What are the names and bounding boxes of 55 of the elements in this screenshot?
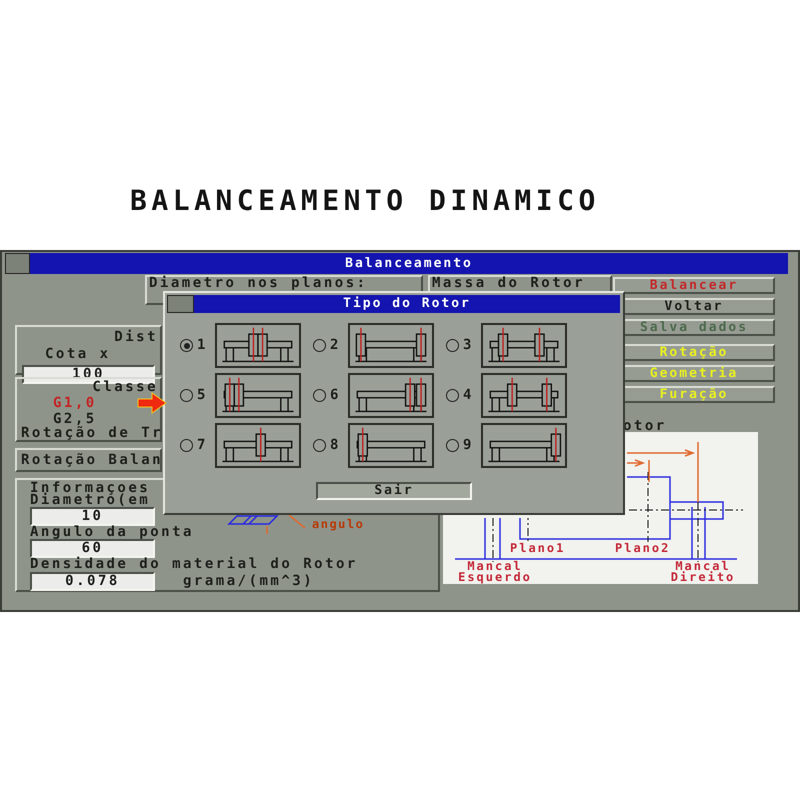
rotation-label: Rotação de Tr bbox=[21, 427, 164, 440]
unit-label: grama/(mm^3) bbox=[183, 572, 314, 591]
window-title: Balanceamento bbox=[30, 253, 788, 274]
option-number: 1 bbox=[197, 336, 209, 355]
radio-button[interactable] bbox=[313, 339, 326, 352]
option-number: 5 bbox=[197, 386, 209, 405]
arrow-icon bbox=[137, 392, 167, 414]
radio-button[interactable] bbox=[180, 439, 193, 452]
bearing-label: Mancal Esquerdo bbox=[457, 561, 533, 583]
close-button[interactable]: Sair bbox=[316, 482, 472, 500]
group-title: Diametro nos planos: bbox=[149, 277, 369, 290]
rotor-icon bbox=[215, 323, 301, 368]
group-title: Massa do Rotor bbox=[432, 277, 586, 290]
diagram-title: otor bbox=[623, 420, 667, 432]
option-number: 7 bbox=[197, 436, 209, 455]
radio-button[interactable] bbox=[180, 389, 193, 402]
option-number: 9 bbox=[463, 436, 475, 455]
field-label: Diametro(em bbox=[30, 494, 150, 507]
bearing-label: Mancal Direito bbox=[670, 561, 736, 583]
field-label: Cota x bbox=[45, 345, 111, 364]
option-number: 6 bbox=[330, 386, 342, 405]
field-label: Angulo da ponta bbox=[30, 526, 194, 539]
radio-button[interactable] bbox=[180, 339, 193, 352]
radio-button[interactable] bbox=[313, 439, 326, 452]
option-number: 3 bbox=[463, 336, 475, 355]
class-option[interactable]: G2,5 bbox=[53, 411, 97, 427]
rotor-icon bbox=[481, 373, 567, 418]
input-field[interactable]: 0.078 bbox=[30, 572, 155, 591]
radio-button[interactable] bbox=[446, 339, 459, 352]
input-field[interactable]: 10 bbox=[30, 507, 155, 526]
radio-button[interactable] bbox=[446, 389, 459, 402]
page-title: BALANCEAMENTO DINAMICO bbox=[130, 183, 601, 219]
group-title: Informaçoes bbox=[30, 482, 150, 494]
window-menu-box[interactable] bbox=[5, 253, 30, 274]
rotor-icon bbox=[215, 373, 301, 418]
option-number: 2 bbox=[330, 336, 342, 355]
input-field[interactable]: 60 bbox=[30, 539, 155, 558]
angle-label: angulo bbox=[312, 518, 364, 530]
option-number: 4 bbox=[463, 386, 475, 405]
rotor-icon bbox=[215, 423, 301, 468]
rotor-icon bbox=[348, 323, 434, 368]
plane-label: Plano1 bbox=[510, 542, 566, 554]
option-number: 8 bbox=[330, 436, 342, 455]
field-label: Densidade do material do Rotor bbox=[30, 558, 358, 571]
radio-button[interactable] bbox=[446, 439, 459, 452]
rotor-icon bbox=[348, 423, 434, 468]
dialog-menu-box[interactable] bbox=[167, 295, 194, 313]
rotor-icon bbox=[348, 373, 434, 418]
rotation-label: Rotação Balan bbox=[21, 450, 164, 470]
group-title: Dist bbox=[114, 328, 159, 347]
plane-label: Plano2 bbox=[615, 542, 670, 554]
rotor-icon bbox=[481, 423, 567, 468]
radio-button[interactable] bbox=[313, 389, 326, 402]
rotor-icon bbox=[481, 323, 567, 368]
dialog-title: Tipo do Rotor bbox=[194, 295, 620, 313]
